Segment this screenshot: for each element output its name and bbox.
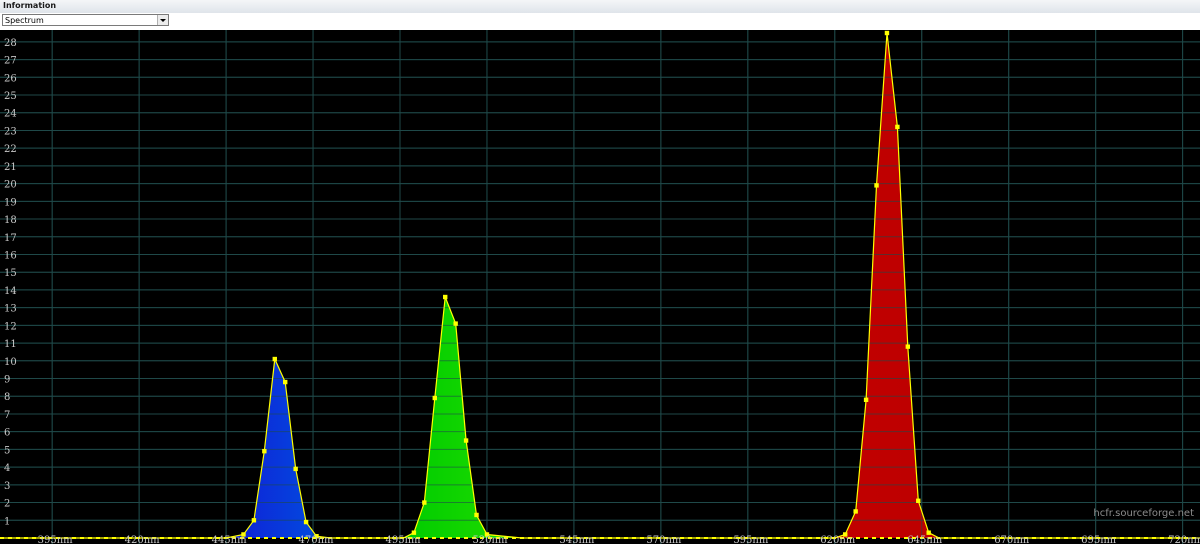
y-tick-label: 2 [4, 499, 10, 510]
data-point [474, 512, 479, 518]
x-tick-label: 545nm [559, 535, 595, 544]
y-tick-label: 12 [4, 321, 17, 332]
y-tick-label: 18 [4, 215, 17, 226]
y-tick-label: 15 [4, 268, 17, 279]
panel-title-bar: Information [0, 0, 1200, 14]
y-tick-label: 23 [4, 126, 17, 137]
data-point [884, 30, 890, 36]
toolbar: Spectrum [0, 13, 1200, 30]
watermark: hcfr.sourceforge.net [1093, 508, 1194, 519]
y-tick-label: 24 [4, 109, 17, 120]
x-tick-label: 445nm [212, 535, 248, 544]
x-tick-label: 570nm [646, 535, 682, 544]
data-point [453, 321, 458, 326]
y-tick-label: 19 [4, 197, 17, 208]
y-tick-label: 1 [4, 516, 10, 527]
x-tick-label: 495nm [385, 535, 421, 544]
view-select-value: Spectrum [5, 16, 44, 25]
y-tick-label: 3 [4, 481, 10, 492]
data-point [874, 183, 879, 188]
y-tick-label: 5 [4, 445, 10, 456]
panel-title: Information [3, 1, 57, 10]
y-tick-label: 28 [4, 38, 17, 49]
data-point [443, 294, 448, 300]
data-point [303, 519, 309, 525]
spectrum-plot: 395nm 420nm 445nm 470nm 495nm 520nm 545nm 570nm… [0, 30, 1200, 546]
x-tick-label: 420nm [125, 535, 161, 544]
data-point [916, 498, 921, 503]
x-tick-label: 720nm [1168, 535, 1200, 544]
data-point [293, 466, 298, 472]
y-tick-label: 9 [4, 375, 10, 386]
data-point [905, 344, 911, 349]
y-tick-label: 21 [4, 162, 17, 173]
y-tick-label: 11 [4, 339, 17, 350]
data-point [272, 356, 277, 362]
series-area-blue [0, 359, 331, 538]
data-point [895, 124, 900, 130]
y-tick-label: 7 [4, 410, 10, 421]
data-point [863, 397, 869, 402]
y-tick-label: 26 [4, 73, 17, 84]
x-tick-label: 595nm [733, 535, 769, 544]
data-point [283, 379, 288, 385]
data-point [463, 438, 469, 443]
series-line-red [521, 32, 1200, 539]
data-point [853, 509, 858, 514]
data-point [422, 500, 427, 505]
x-tick-label: 470nm [299, 535, 335, 544]
spectrum-chart: 395nm 420nm 445nm 470nm 495nm 520nm 545nm 570nm… [0, 30, 1200, 546]
x-tick-label: 645nm [907, 535, 943, 544]
x-tick-label: 695nm [1081, 535, 1117, 544]
chevron-down-icon[interactable] [157, 15, 168, 25]
y-tick-label: 6 [4, 428, 10, 439]
y-tick-label: 25 [4, 91, 17, 102]
x-tick-label: 620nm [820, 535, 856, 544]
y-tick-label: 27 [4, 56, 17, 67]
data-point [251, 518, 257, 523]
y-tick-label: 10 [4, 357, 17, 368]
y-tick-label: 16 [4, 250, 17, 261]
data-point [432, 395, 437, 401]
y-tick-label: 17 [4, 233, 17, 244]
x-tick-label: 670nm [994, 535, 1030, 544]
x-tick-label: 520nm [472, 535, 508, 544]
y-tick-label: 4 [4, 463, 10, 474]
y-tick-label: 20 [4, 180, 17, 191]
y-tick-label: 14 [4, 286, 17, 297]
y-tick-label: 22 [4, 144, 17, 155]
y-tick-label: 8 [4, 392, 10, 403]
view-select[interactable]: Spectrum [2, 14, 169, 26]
data-point [262, 448, 267, 454]
y-tick-label: 13 [4, 304, 17, 315]
x-tick-label: 395nm [38, 535, 74, 544]
